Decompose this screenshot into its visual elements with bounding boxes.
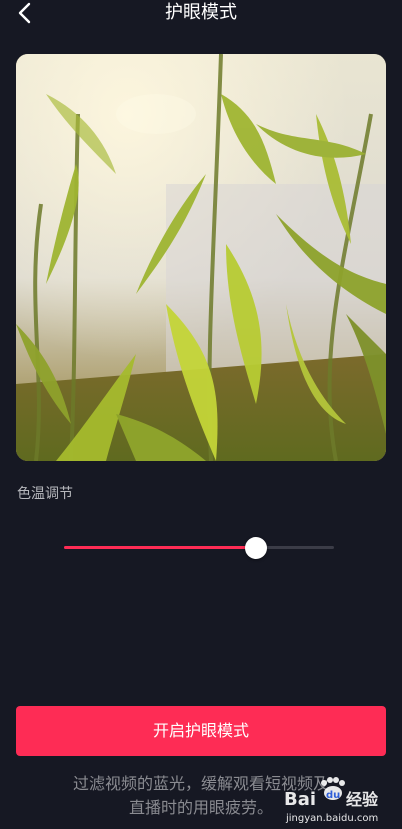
preview-image <box>16 54 386 461</box>
color-temperature-label: 色温调节 <box>17 486 73 502</box>
slider-fill <box>64 546 256 549</box>
slider-thumb[interactable] <box>244 537 267 559</box>
color-temperature-slider[interactable] <box>64 537 334 559</box>
description-line-2: 直播时的用眼疲劳。 <box>128 798 273 817</box>
page-title: 护眼模式 <box>165 2 237 23</box>
description-line-1: 过滤视频的蓝光，缓解观看短视频及 <box>72 774 329 793</box>
header-bar: 护眼模式 <box>0 0 402 28</box>
enable-eye-protection-button[interactable]: 开启护眼模式 <box>16 706 386 756</box>
